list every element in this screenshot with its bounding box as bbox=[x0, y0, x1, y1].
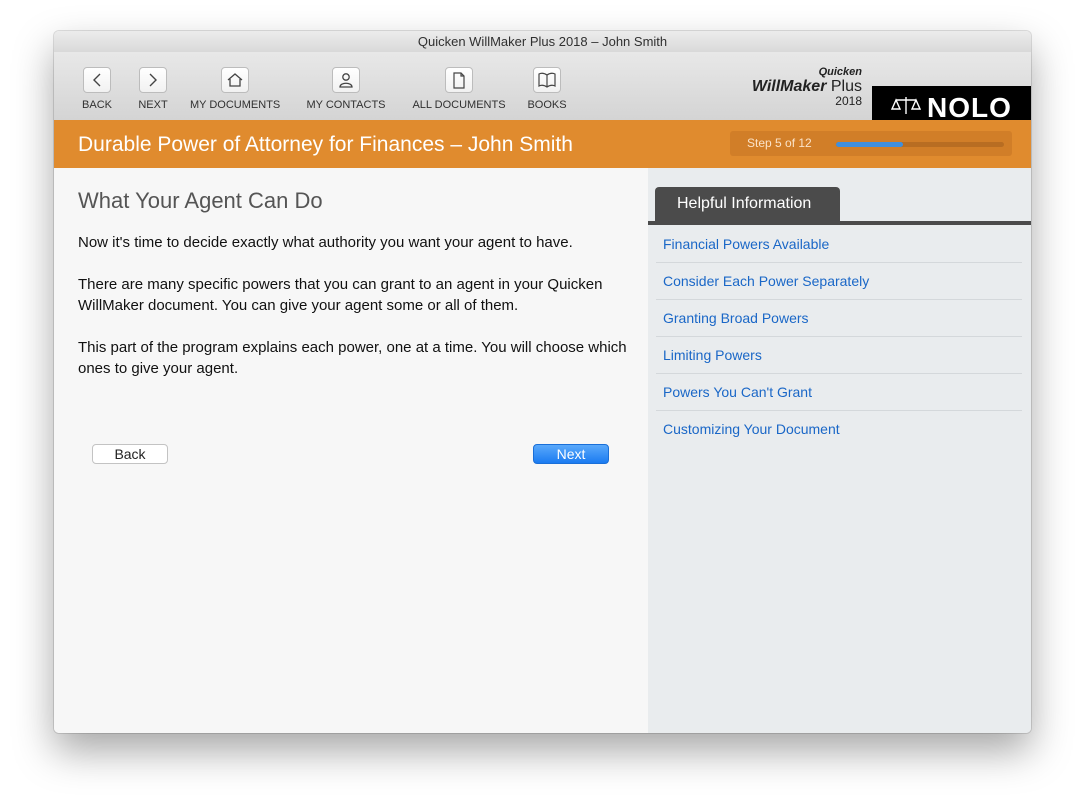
page-heading: What Your Agent Can Do bbox=[78, 188, 323, 213]
explain-paragraph: This part of the program explains each p… bbox=[78, 339, 627, 377]
toolbar-my-documents-button[interactable]: MY DOCUMENTS bbox=[190, 52, 280, 120]
toolbar-next-label: NEXT bbox=[138, 99, 168, 111]
toolbar-my-contacts-label: MY CONTACTS bbox=[306, 99, 386, 111]
product-logo: Quicken WillMaker Plus 2018 bbox=[751, 66, 862, 108]
link-financial-powers[interactable]: Financial Powers Available bbox=[656, 226, 1022, 263]
back-button[interactable]: Back bbox=[92, 444, 168, 464]
document-icon bbox=[445, 67, 473, 93]
link-customizing-document[interactable]: Customizing Your Document bbox=[656, 411, 1022, 447]
chevron-left-icon bbox=[83, 67, 111, 93]
toolbar-back-label: BACK bbox=[82, 99, 112, 111]
divider bbox=[648, 221, 1031, 225]
toolbar-my-documents-label: MY DOCUMENTS bbox=[190, 99, 281, 111]
powers-paragraph: There are many specific powers that you … bbox=[78, 276, 603, 314]
chevron-right-icon bbox=[139, 67, 167, 93]
document-header: Durable Power of Attorney for Finances –… bbox=[54, 120, 1031, 168]
app-window: Quicken WillMaker Plus 2018 – John Smith… bbox=[54, 31, 1031, 733]
toolbar-my-contacts-button[interactable]: MY CONTACTS bbox=[304, 52, 388, 120]
toolbar-books-button[interactable]: BOOKS bbox=[524, 52, 570, 120]
document-title: Durable Power of Attorney for Finances –… bbox=[78, 133, 573, 156]
link-limiting-powers[interactable]: Limiting Powers bbox=[656, 337, 1022, 374]
link-consider-each-power[interactable]: Consider Each Power Separately bbox=[656, 263, 1022, 300]
scales-icon bbox=[890, 94, 922, 121]
toolbar-books-label: BOOKS bbox=[527, 99, 567, 111]
toolbar-back-button[interactable]: BACK bbox=[78, 52, 116, 120]
link-granting-broad-powers[interactable]: Granting Broad Powers bbox=[656, 300, 1022, 337]
progress-bar bbox=[836, 142, 1004, 147]
toolbar: BACK NEXT MY DOCUMENTS MY CONTACTS ALL D… bbox=[54, 52, 1031, 129]
person-icon bbox=[332, 67, 360, 93]
home-icon bbox=[221, 67, 249, 93]
next-button[interactable]: Next bbox=[533, 444, 609, 464]
intro-paragraph: Now it's time to decide exactly what aut… bbox=[78, 234, 573, 251]
toolbar-all-documents-label: ALL DOCUMENTS bbox=[412, 99, 506, 111]
step-indicator: Step 5 of 12 bbox=[730, 131, 1012, 156]
toolbar-next-button[interactable]: NEXT bbox=[134, 52, 172, 120]
helpful-links: Financial Powers Available Consider Each… bbox=[656, 226, 1022, 447]
toolbar-all-documents-button[interactable]: ALL DOCUMENTS bbox=[412, 52, 506, 120]
main-content: What Your Agent Can Do Now it's time to … bbox=[54, 168, 648, 733]
progress-fill bbox=[836, 142, 904, 147]
helpful-info-tab[interactable]: Helpful Information bbox=[655, 187, 840, 221]
step-text: Step 5 of 12 bbox=[747, 136, 812, 150]
link-powers-cant-grant[interactable]: Powers You Can't Grant bbox=[656, 374, 1022, 411]
window-title: Quicken WillMaker Plus 2018 – John Smith bbox=[54, 31, 1031, 52]
book-icon bbox=[533, 67, 561, 93]
helpful-info-panel: Helpful Information Financial Powers Ava… bbox=[648, 168, 1031, 733]
